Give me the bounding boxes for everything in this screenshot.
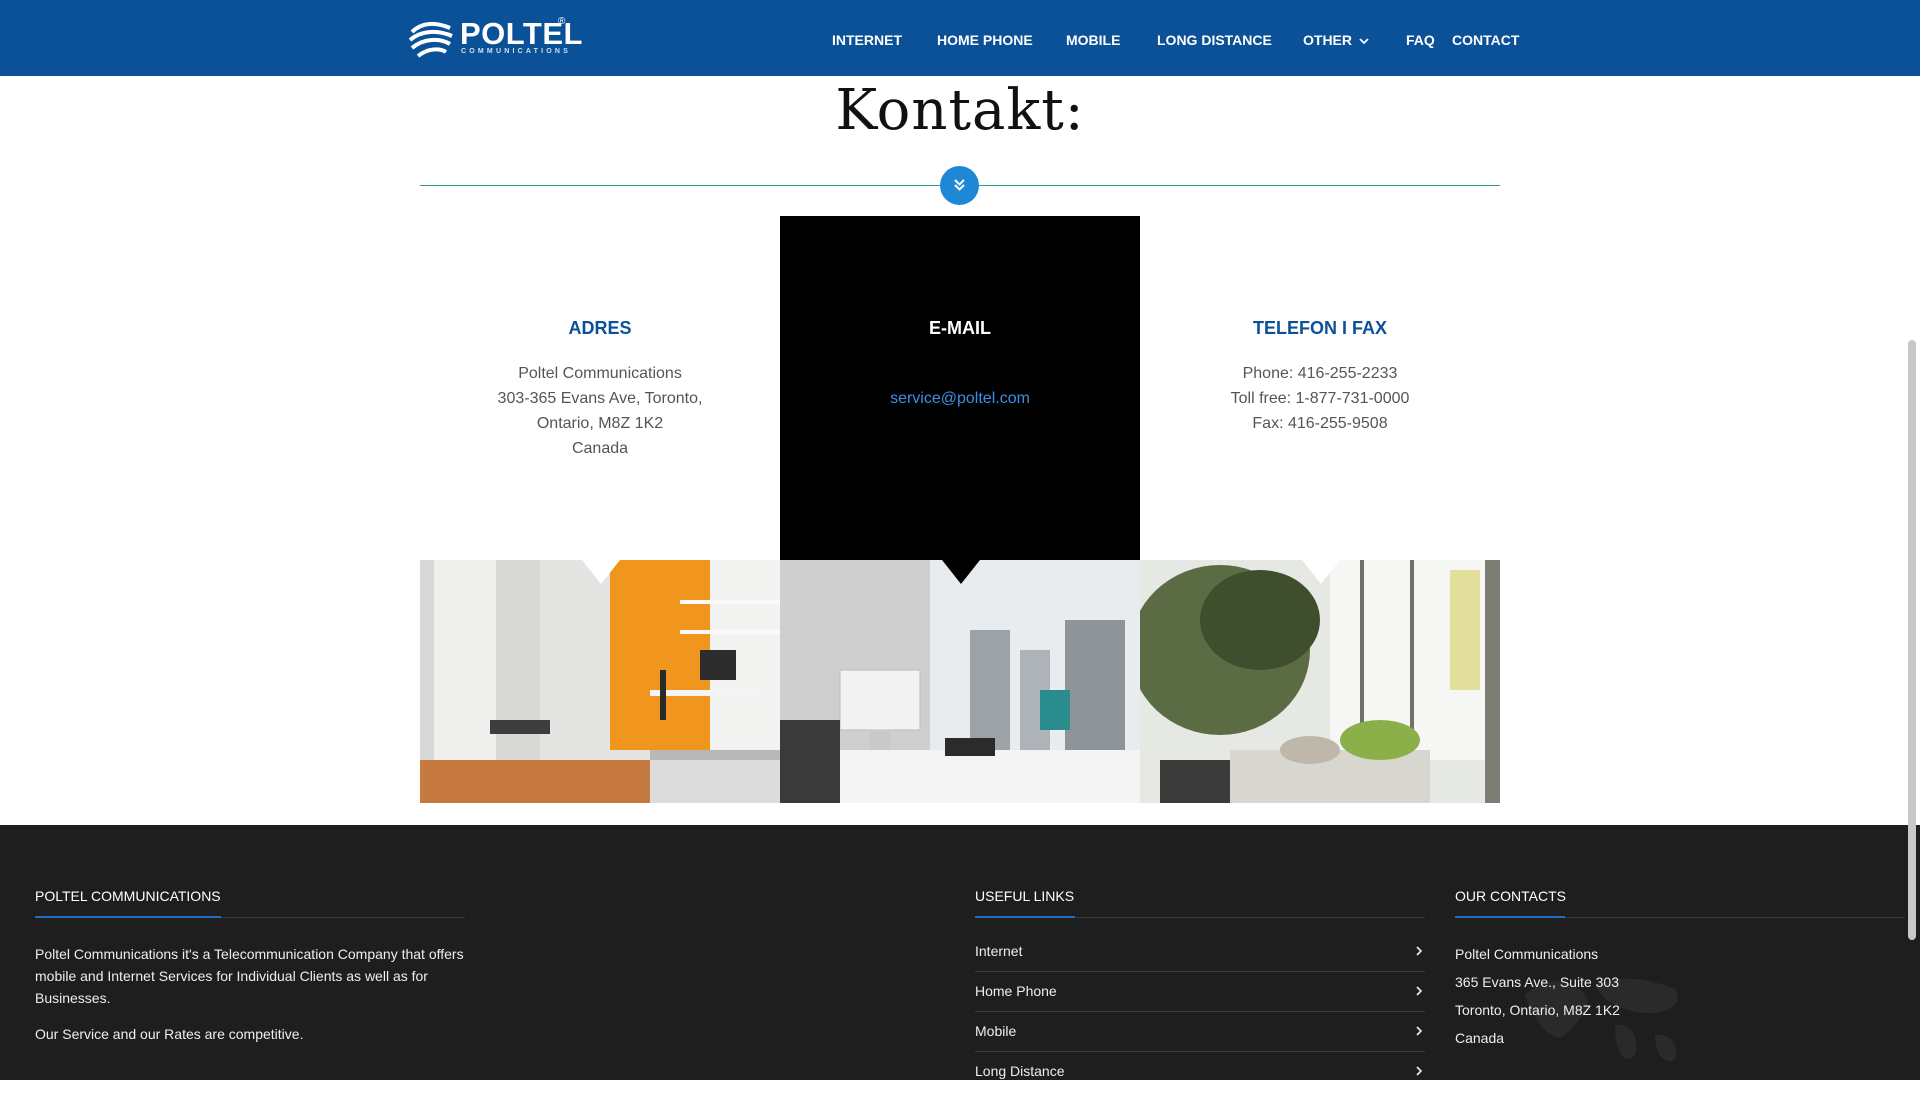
- scroll-down-button[interactable]: [940, 166, 979, 205]
- nav-other[interactable]: OTHER: [1303, 32, 1370, 48]
- link-separator: [975, 1051, 1425, 1052]
- pointer-notch: [582, 560, 620, 584]
- phone-lines: Phone: 416-255-2233 Toll free: 1-877-731…: [1140, 361, 1500, 436]
- desk-office-photo: [780, 560, 1140, 803]
- registered-mark: ®: [558, 16, 566, 27]
- footer-link-label: Long Distance: [975, 1063, 1065, 1079]
- fax-line: Fax: 416-255-9508: [1252, 415, 1388, 432]
- link-separator: [975, 1011, 1425, 1012]
- address-line: Canada: [571, 440, 629, 457]
- footer-link-mobile[interactable]: Mobile: [975, 1023, 1425, 1063]
- footer-contact-line: 365 Evans Ave., Suite 303: [1455, 974, 1619, 990]
- logo-tagline: COMMUNICATIONS: [461, 48, 571, 55]
- address-card: ADRES Poltel Communications 303-365 Evan…: [420, 216, 780, 560]
- footer-accent-line: [35, 916, 221, 918]
- address-lines: Poltel Communications 303-365 Evans Ave,…: [420, 361, 780, 461]
- bedroom-office-photo: [420, 560, 780, 803]
- footer-accent-line: [975, 916, 1075, 918]
- footer-link-long-distance[interactable]: Long Distance: [975, 1063, 1425, 1103]
- footer-contact-line: Toronto, Ontario, M8Z 1K2: [1455, 1002, 1620, 1018]
- footer-link-home-phone[interactable]: Home Phone: [975, 983, 1425, 1023]
- email-card: E-MAIL . service@poltel.com: [780, 216, 1140, 560]
- chevron-right-icon: [1416, 1026, 1423, 1036]
- email-link[interactable]: service@poltel.com: [780, 386, 1140, 411]
- pointer-notch: [942, 560, 980, 584]
- chevron-right-icon: [1416, 1066, 1423, 1076]
- footer-contact-line: Poltel Communications: [1455, 946, 1599, 962]
- footer-about-text-2: Our Service and our Rates are competitiv…: [35, 1026, 304, 1042]
- toll-free-line: Toll free: 1-877-731-0000: [1230, 390, 1410, 407]
- footer-link-internet[interactable]: Internet: [975, 943, 1425, 983]
- page-title: Kontakt:: [835, 78, 1085, 143]
- phone-heading: TELEFON I FAX: [1252, 318, 1387, 338]
- window-plant-photo: [1140, 560, 1500, 803]
- nav-mobile[interactable]: MOBILE: [1066, 32, 1120, 48]
- address-line: Poltel Communications: [518, 365, 682, 382]
- nav-other-label: OTHER: [1303, 32, 1352, 48]
- footer-link-label: Internet: [975, 943, 1023, 959]
- nav-long-distance[interactable]: LONG DISTANCE: [1157, 32, 1272, 48]
- pointer-notch: [1302, 560, 1340, 584]
- footer-contact-line: Canada: [1455, 1030, 1505, 1046]
- address-line: 303-365 Evans Ave, Toronto,: [497, 390, 703, 407]
- double-chevron-down-icon: [954, 179, 965, 191]
- footer-link-label: Mobile: [975, 1023, 1017, 1039]
- phone-line: Phone: 416-255-2233: [1242, 365, 1398, 382]
- nav-internet[interactable]: INTERNET: [832, 32, 902, 48]
- chevron-down-icon: [1359, 38, 1369, 45]
- nav-faq[interactable]: FAQ: [1406, 32, 1435, 48]
- poltel-logo[interactable]: POLTEL ® COMMUNICATIONS: [408, 14, 582, 62]
- footer-about-text: Poltel Communications it's a Telecommuni…: [35, 946, 464, 1006]
- link-separator: [975, 971, 1425, 972]
- chevron-right-icon: [1416, 946, 1423, 956]
- top-navigation-bar: POLTEL ® COMMUNICATIONS INTERNET HOME PH…: [0, 0, 1920, 76]
- nav-home-phone[interactable]: HOME PHONE: [937, 32, 1033, 48]
- address-heading: ADRES: [568, 318, 632, 338]
- office-photos: [420, 560, 1500, 803]
- phone-card: TELEFON I FAX Phone: 416-255-2233 Toll f…: [1140, 216, 1500, 560]
- site-footer: POLTEL COMMUNICATIONS Poltel Communicati…: [0, 825, 1920, 1080]
- footer-links-heading: USEFUL LINKS: [975, 888, 1075, 904]
- address-line: Ontario, M8Z 1K2: [536, 415, 664, 432]
- page-scrollbar[interactable]: [1908, 340, 1916, 940]
- chevron-right-icon: [1416, 986, 1423, 996]
- footer-link-label: Home Phone: [975, 983, 1057, 999]
- nav-contact[interactable]: CONTACT: [1452, 32, 1519, 48]
- footer-accent-line: [1455, 916, 1565, 918]
- email-lines: . service@poltel.com: [780, 361, 1140, 411]
- email-heading: E-MAIL: [929, 318, 991, 338]
- footer-contacts-heading: OUR CONTACTS: [1455, 888, 1566, 904]
- footer-about-heading: POLTEL COMMUNICATIONS: [35, 888, 221, 904]
- waves-logo-icon: [408, 21, 453, 58]
